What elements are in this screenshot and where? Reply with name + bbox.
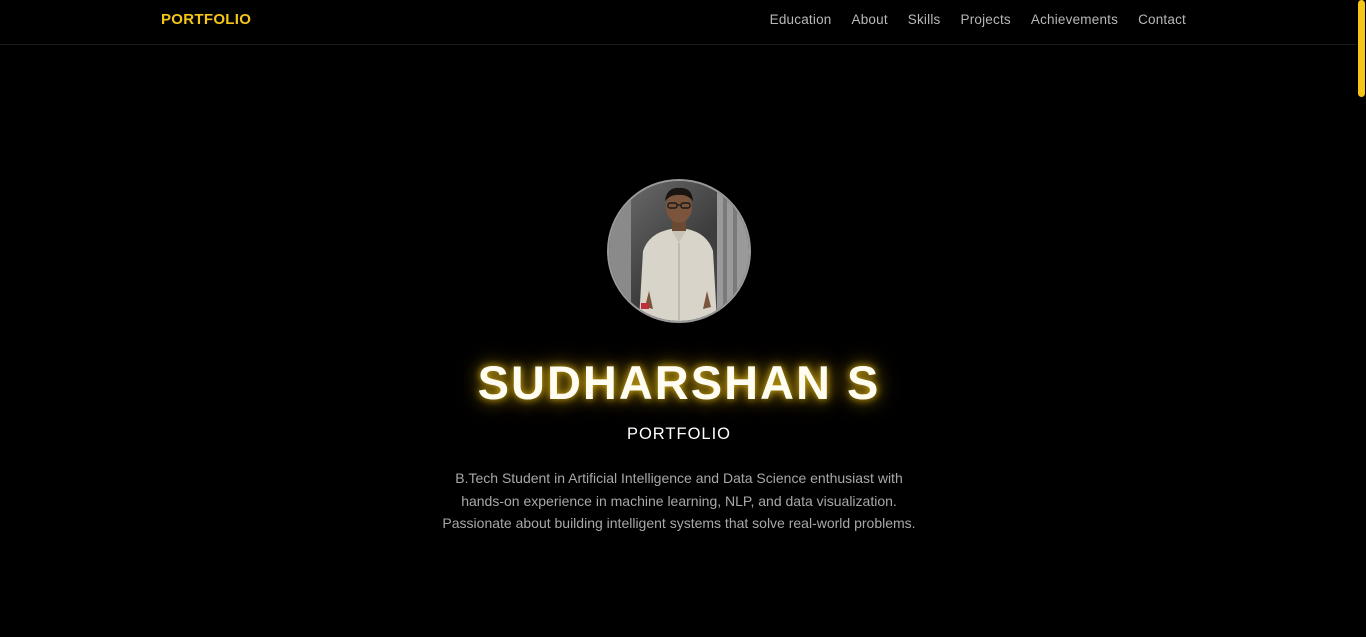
nav-link-achievements[interactable]: Achievements	[1031, 12, 1118, 27]
nav-link-contact[interactable]: Contact	[1138, 12, 1186, 27]
brand-logo[interactable]: PORTFOLIO	[161, 11, 251, 28]
hero-bio: B.Tech Student in Artificial Intelligenc…	[442, 470, 916, 532]
nav-link-education[interactable]: Education	[770, 12, 832, 27]
hero-subtitle: PORTFOLIO	[626, 425, 732, 443]
nav-link-about[interactable]: About	[852, 12, 888, 27]
scrollbar-thumb[interactable]	[1358, 0, 1365, 97]
page-scrollbar[interactable]	[1356, 0, 1366, 637]
hero-name: SUDHARSHAN S	[477, 356, 881, 409]
hero-section: SUDHARSHAN S PORTFOLIO B.Tech Student in…	[0, 45, 1366, 637]
profile-photo	[607, 179, 751, 323]
top-navbar: PORTFOLIO Education About Skills Project…	[0, 0, 1366, 45]
nav-links: Education About Skills Projects Achievem…	[770, 12, 1186, 27]
nav-link-projects[interactable]: Projects	[960, 12, 1010, 27]
profile-photo-image	[609, 181, 749, 321]
nav-link-skills[interactable]: Skills	[908, 12, 941, 27]
